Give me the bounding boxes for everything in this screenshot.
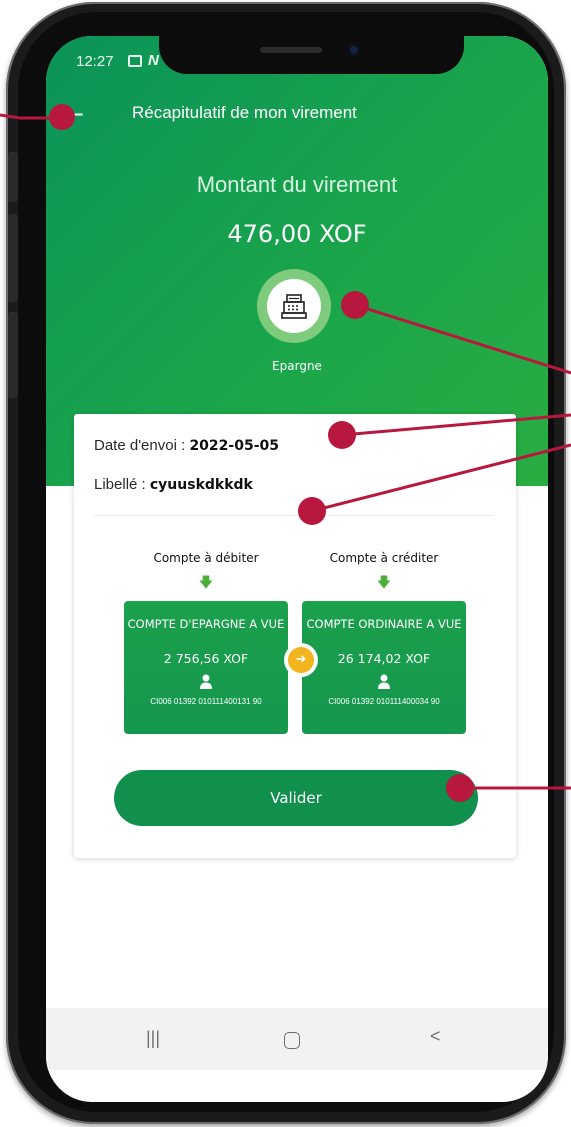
callout-line-date [341,413,571,437]
annotation-callouts [0,104,571,802]
callout-line-type [354,303,571,375]
callout-line-details [311,443,571,513]
callout-dot-details [298,497,326,525]
callout-dot-validate [446,774,474,802]
callout-dot-type [341,291,369,319]
callout-dot-date [328,421,356,449]
callout-dot-back [49,104,75,130]
